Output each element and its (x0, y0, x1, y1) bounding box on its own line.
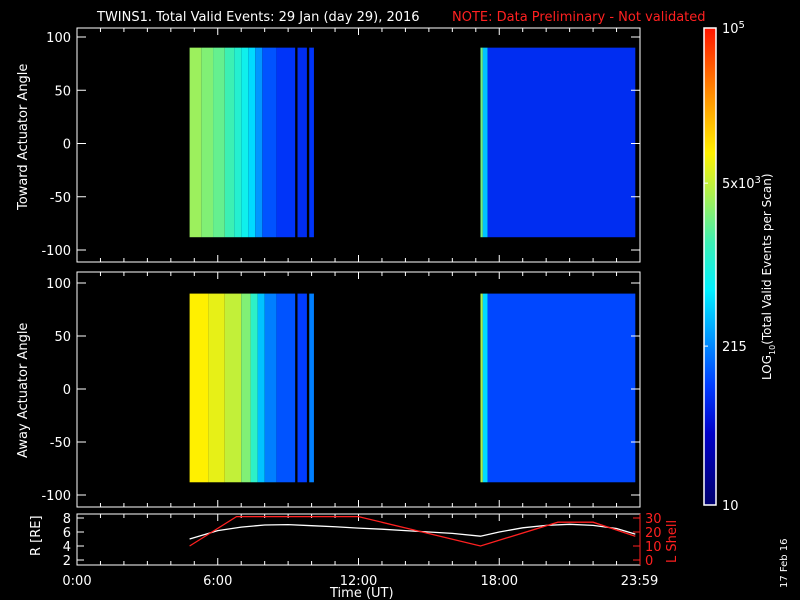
toward-ytick-label: -50 (50, 191, 71, 206)
lshell-ytick-label: 10 (645, 540, 662, 555)
away-ylabel: Away Actuator Angle (16, 323, 31, 458)
colorbar-tick-label: 10 (722, 499, 739, 514)
time-xtick-label: 0:00 (62, 574, 91, 589)
heatmap-cell (189, 47, 202, 238)
away-panel: 100 50 0 -50 -100 (41, 271, 641, 508)
away-ytick-label: 50 (54, 330, 71, 345)
heatmap-cell (482, 47, 488, 238)
time-xtick-label: 6:00 (203, 574, 232, 589)
colorbar-tick-label: 105 (722, 20, 745, 37)
colorbar-tick-sup: 5 (739, 20, 745, 31)
heatmap-cell (482, 293, 488, 483)
orbit-ytick-label: 6 (63, 526, 71, 541)
heatmap-cell (248, 47, 256, 238)
orbit-panel: 864230201000:00 6:00 12:00 18:00 23:59 (62, 512, 661, 589)
heatmap-cell (189, 293, 209, 483)
heatmap-cell (241, 293, 251, 483)
heatmap-cell (480, 47, 483, 238)
lshell-ytick-label: 20 (645, 526, 662, 541)
colorbar-tick-label: 215 (722, 340, 747, 355)
preliminary-note: NOTE: Data Preliminary - Not validated (452, 10, 706, 25)
heatmap-cell (309, 293, 314, 483)
toward-ytick-label: 50 (54, 84, 71, 99)
orbit-ytick-label: 2 (63, 554, 71, 569)
heatmap-cell (264, 293, 277, 483)
toward-ylabel: Toward Actuator Angle (16, 64, 31, 211)
colorbar-bar (703, 27, 717, 506)
heatmap-cell (297, 47, 307, 238)
heatmap-cell (255, 47, 263, 238)
heatmap-cell (201, 47, 214, 238)
away-ytick-label: -50 (50, 436, 71, 451)
heatmap-cell (250, 293, 258, 483)
heatmap-cell (262, 47, 277, 238)
orbit-frame (76, 513, 641, 566)
orbit-ylabel: R [RE] (29, 515, 44, 556)
orbit-ytick-label: 4 (63, 540, 71, 555)
heatmap-cell (309, 47, 314, 238)
lshell-ytick-label: 30 (645, 512, 662, 527)
heatmap-cell (208, 293, 225, 483)
heatmap-cell (213, 47, 225, 238)
time-xlabel: Time (UT) (329, 586, 394, 600)
orbit-ytick-label: 8 (63, 512, 71, 527)
colorbar: 10 215 5x103 105 (703, 20, 761, 514)
heatmap-cell (257, 293, 265, 483)
heatmap-cell (241, 47, 249, 238)
plot-title: TWINS1. Total Valid Events: 29 Jan (day … (96, 10, 420, 25)
heatmap-cell (480, 293, 483, 483)
time-xtick-label: 18:00 (481, 574, 518, 589)
toward-ytick-label: -100 (41, 244, 71, 259)
heatmap-cell (224, 293, 242, 483)
orbit-y2label: L Shell (665, 520, 680, 563)
colorbar-label: LOG10(Total Valid Events per Scan) (760, 173, 777, 380)
away-ytick-label: 0 (63, 383, 71, 398)
away-ytick-label: -100 (41, 489, 71, 504)
twins-plot: TWINS1. Total Valid Events: 29 Jan (day … (16, 10, 790, 600)
heatmap-cell (487, 47, 636, 238)
heatmap-cell (224, 47, 235, 238)
lshell-ytick-label: 0 (645, 554, 653, 569)
heatmap-cell (276, 47, 296, 238)
heatmap-cell (487, 293, 636, 483)
time-xtick-label: 23:59 (621, 574, 658, 589)
colorbar-tick-label: 5x103 (722, 175, 761, 192)
toward-ytick-label: 0 (63, 138, 71, 153)
toward-ytick-label: 100 (46, 31, 71, 46)
toward-panel: 100 50 0 -50 -100 (41, 27, 641, 263)
heatmap-cell (276, 293, 296, 483)
r-line (189, 523, 636, 540)
heatmap-cell (234, 47, 242, 238)
date-stamp: 17 Feb 16 (779, 538, 790, 588)
away-ytick-label: 100 (46, 277, 71, 292)
heatmap-cell (297, 293, 307, 483)
